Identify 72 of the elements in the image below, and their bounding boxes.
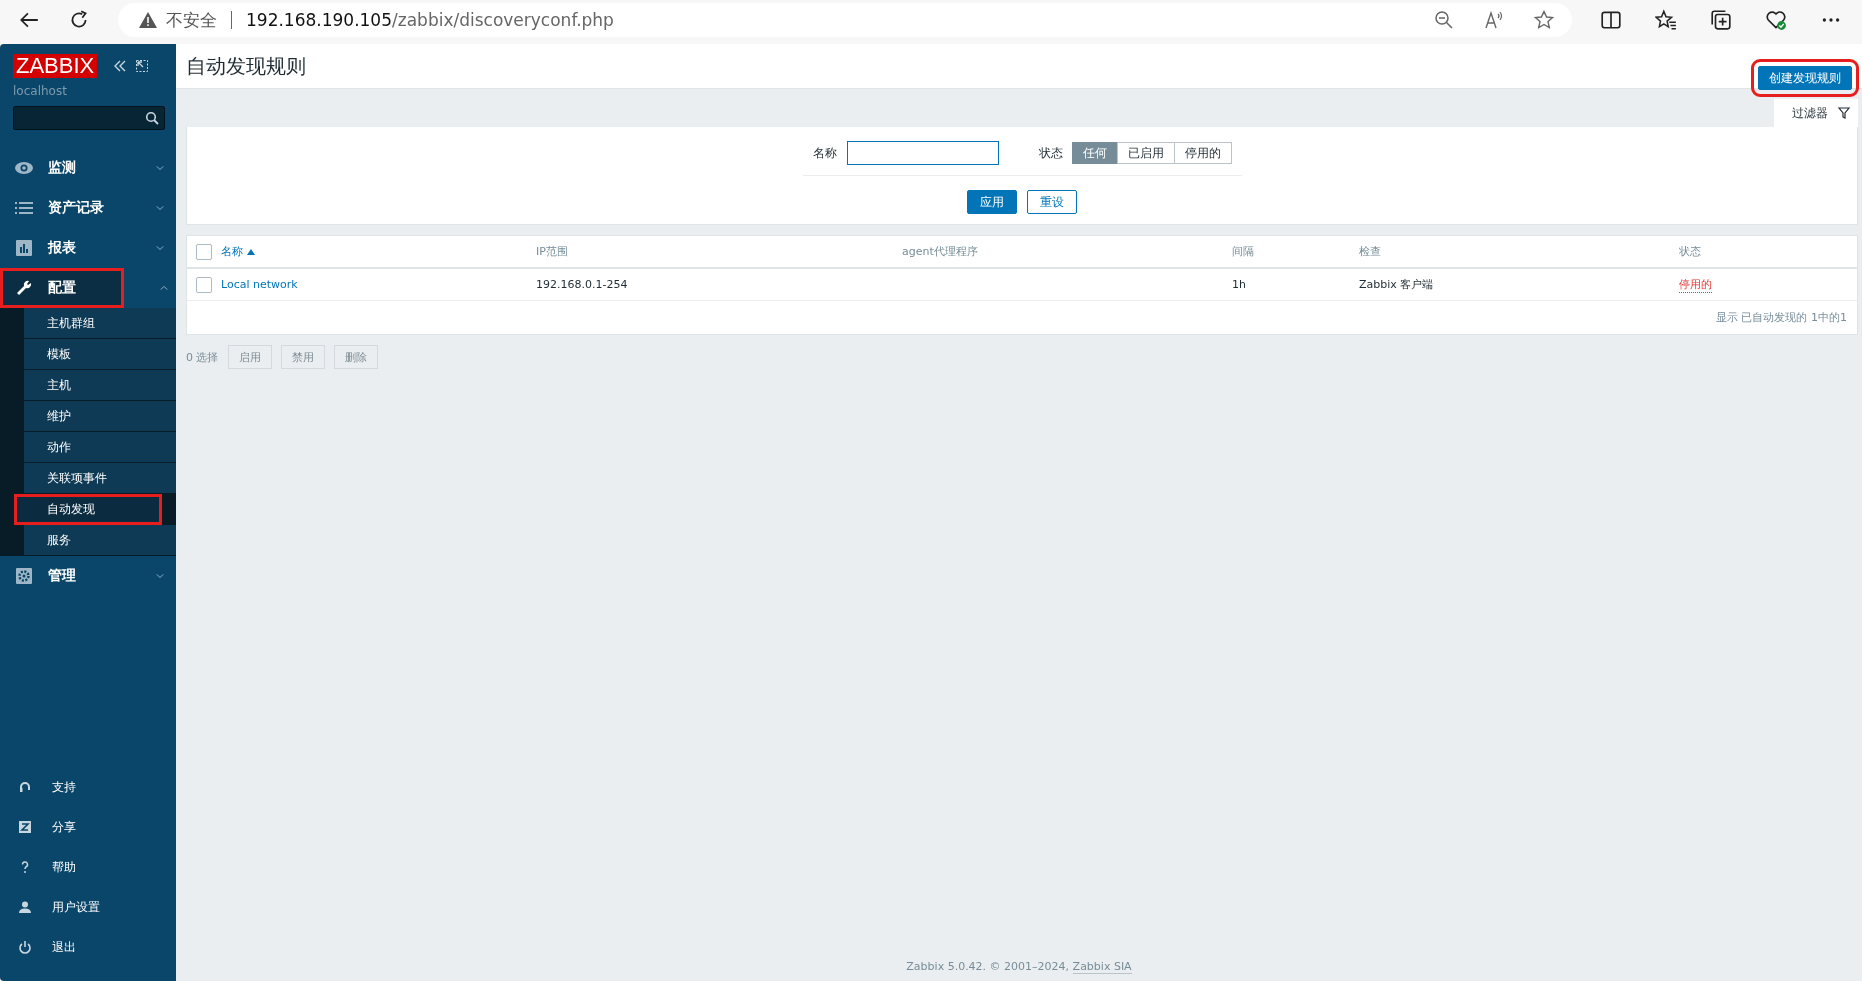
collections-icon[interactable] — [1710, 9, 1732, 31]
address-bar[interactable]: 不安全 192.168.190.105/zabbix/discoveryconf.php — [118, 3, 1572, 37]
selected-count: 0 选择 — [186, 349, 219, 365]
select-all-checkbox[interactable] — [196, 243, 212, 260]
status-label: 状态 — [1038, 144, 1063, 162]
chevron-icon — [160, 285, 168, 291]
chevron-icon — [156, 165, 164, 171]
status-option[interactable]: 已启用 — [1116, 142, 1175, 164]
table-cell-text: 192.168.0.1-254 — [536, 278, 629, 291]
read-aloud-icon[interactable] — [1484, 10, 1504, 30]
submenu-item[interactable]: 模板 — [24, 339, 176, 370]
search-icon[interactable] — [145, 111, 159, 125]
submenu-item[interactable]: 自动发现 — [14, 494, 162, 525]
filter-tab[interactable]: 过滤器 — [1774, 99, 1858, 127]
menu-item[interactable]: 支持 — [0, 767, 176, 807]
row-checkbox[interactable] — [196, 276, 212, 293]
menu-item[interactable]: 用户设置 — [0, 887, 176, 927]
heart-check-icon[interactable] — [1765, 9, 1787, 31]
menu-item[interactable]: 监测 — [0, 148, 176, 188]
submenu-item[interactable]: 主机 — [24, 370, 176, 401]
menu-item[interactable]: 分享 — [0, 807, 176, 847]
bar-chart-icon — [14, 239, 34, 257]
column-header: agent代理程序 — [902, 244, 979, 259]
eye-icon — [14, 159, 34, 177]
name-field[interactable] — [846, 141, 999, 165]
gear-icon — [14, 567, 34, 585]
submenu-item[interactable]: 服务 — [24, 525, 176, 556]
status-link[interactable]: 停用的 — [1679, 276, 1712, 293]
rule-name-link[interactable]: Local network — [221, 278, 298, 291]
favorites-icon[interactable] — [1655, 9, 1677, 31]
submenu-item[interactable]: 关联项事件 — [24, 463, 176, 494]
menu-item[interactable]: 帮助 — [0, 847, 176, 887]
apply-button[interactable]: 应用 — [967, 190, 1017, 214]
sidebar-search-field[interactable] — [13, 106, 165, 130]
menu-item[interactable]: 管理 — [0, 556, 176, 596]
column-header: 检查 — [1359, 244, 1382, 259]
menu-item[interactable]: 报表 — [0, 228, 176, 268]
user-icon — [18, 900, 32, 914]
collapse-icon[interactable] — [113, 59, 128, 73]
reset-button[interactable]: 重设 — [1027, 190, 1077, 214]
column-header[interactable]: 名称 — [221, 244, 536, 259]
chevron-icon — [156, 573, 164, 579]
column-header: IP范围 — [536, 244, 569, 259]
split-screen-icon[interactable] — [1600, 9, 1622, 31]
z-square-icon — [18, 820, 32, 834]
name-label: 名称 — [812, 144, 837, 162]
table-cell-text: 1h — [1232, 278, 1247, 291]
server-name: localhost — [12, 83, 68, 98]
menu-item[interactable]: 资产记录 — [0, 188, 176, 228]
power-icon — [18, 940, 32, 954]
chevron-icon — [156, 245, 164, 251]
page-title: 自动发现规则 — [186, 52, 306, 80]
url-text: 192.168.190.105/zabbix/discoveryconf.php — [246, 10, 614, 30]
table-summary: 显示 已自动发现的 1中的1 — [1716, 310, 1847, 325]
star-icon[interactable] — [1534, 10, 1554, 30]
sort-up-icon — [247, 248, 255, 255]
warning-icon — [138, 11, 158, 29]
menu-item[interactable]: 退出 — [0, 927, 176, 967]
filter-icon — [1838, 107, 1850, 119]
security-label: 不安全 — [166, 8, 217, 32]
submenu-item[interactable]: 维护 — [24, 401, 176, 432]
zoom-out-icon[interactable] — [1434, 10, 1454, 30]
footer-text: Zabbix 5.0.42. © 2001–2024, Zabbix SIA — [906, 960, 1132, 974]
table-cell-text: Zabbix 客户端 — [1359, 277, 1435, 292]
submenu-item[interactable]: 主机群组 — [24, 308, 176, 339]
status-option[interactable]: 停用的 — [1173, 142, 1232, 164]
chevron-icon — [156, 205, 164, 211]
list-icon — [14, 199, 34, 217]
column-header: 间隔 — [1232, 244, 1255, 259]
zabbix-logo[interactable]: ZABBIX — [13, 54, 98, 78]
submenu-item[interactable]: 动作 — [24, 432, 176, 463]
column-header: 状态 — [1679, 244, 1702, 259]
